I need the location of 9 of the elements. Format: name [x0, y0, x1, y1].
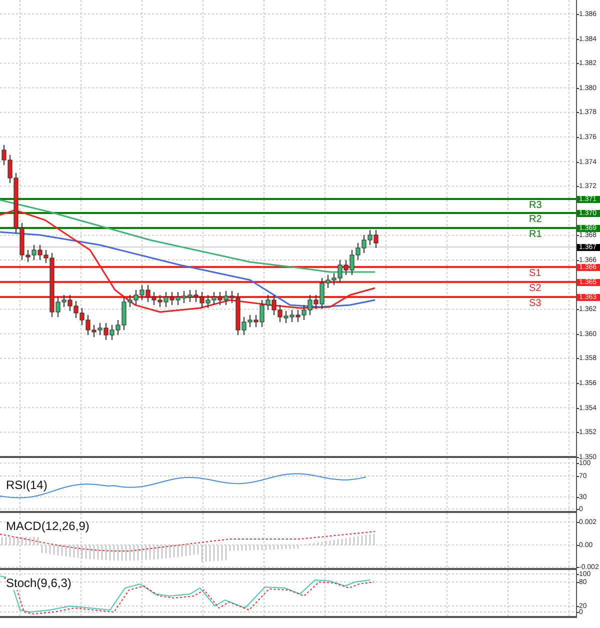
- indicator-label: MACD(12,26,9): [6, 519, 90, 533]
- level-label: R3: [529, 200, 542, 211]
- level-label: S3: [529, 298, 542, 309]
- level-label: R2: [529, 214, 542, 225]
- indicator-label: RSI(14): [6, 478, 48, 492]
- level-label: S1: [529, 268, 542, 279]
- level-label: S2: [529, 283, 542, 294]
- indicator-label: Stoch(9,6,3): [6, 576, 72, 590]
- level-label: R1: [529, 229, 542, 240]
